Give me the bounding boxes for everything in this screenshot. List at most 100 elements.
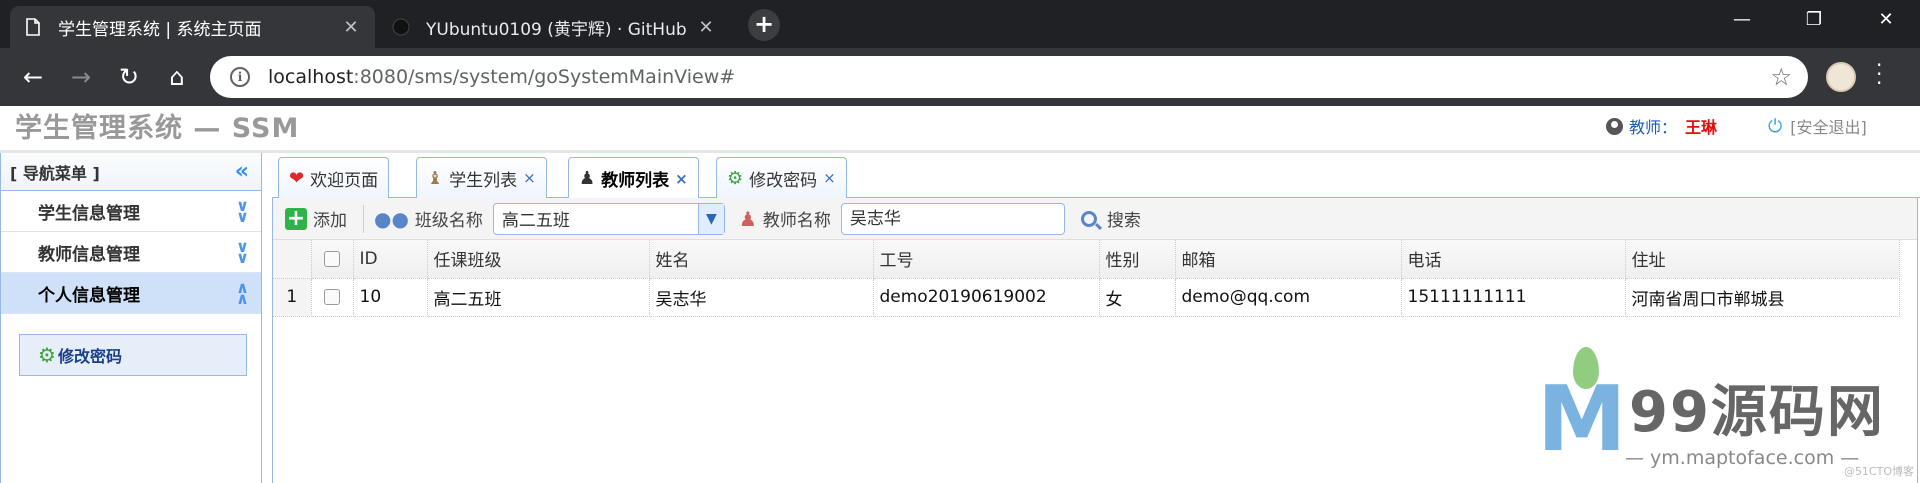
table-header-row: ID 任课班级 姓名 工号 性别 邮箱 电话 住址 (273, 240, 1900, 279)
sidebar-item-personal-info[interactable]: 个人信息管理 ∧ ∧ (1, 273, 261, 314)
chevron-double-up-icon[interactable]: ∧ ∧ (236, 280, 249, 307)
add-label: 添加 (313, 211, 347, 231)
close-tab-icon[interactable]: × (823, 169, 836, 187)
chevron-down-icon[interactable]: ▼ (697, 203, 724, 234)
tab-teacher-list[interactable]: ♟ 教师列表 × (568, 157, 699, 199)
sidebar: [ 导航菜单 ] « 学生信息管理 ∨ ∨ 教师信息管理 ∨ ∨ 个人信息管理 ∧ ∧… (0, 153, 262, 483)
tab-student-list[interactable]: ♝ 学生列表 × (416, 157, 547, 198)
chevron-double-down-icon[interactable]: ∨ ∨ (236, 198, 249, 225)
user-name: 王琳 (1685, 118, 1718, 137)
power-icon: ⏻ (1768, 115, 1783, 137)
column-header-class[interactable]: 任课班级 (427, 240, 650, 279)
close-window-icon[interactable]: ✕ (1850, 0, 1920, 40)
add-button[interactable]: + 添加 (285, 206, 347, 231)
toolbar-divider (363, 204, 364, 233)
minimize-icon[interactable]: — (1706, 0, 1778, 40)
sidebar-panel: ⚙ 修改密码 (1, 314, 261, 376)
row-number-header (273, 240, 312, 279)
plus-icon: + (285, 205, 307, 231)
user-icon (1606, 117, 1623, 135)
row-number: 1 (273, 278, 312, 317)
logout-link[interactable]: ⏻ [安全退出] (1768, 114, 1867, 138)
cell-number: demo20190619002 (873, 278, 1100, 317)
document-icon (26, 18, 40, 36)
class-label: 班级名称 (414, 211, 483, 231)
github-icon (392, 18, 410, 36)
cell-email: demo@qq.com (1175, 278, 1402, 317)
gear-icon: ⚙ (727, 167, 744, 189)
close-tab-icon[interactable]: ✕ (341, 17, 361, 38)
column-header-email[interactable]: 邮箱 (1175, 240, 1402, 279)
heart-icon: ❤ (289, 167, 305, 189)
sidebar-item-label: 教师信息管理 (38, 244, 140, 265)
browser-tab-active[interactable]: 学生管理系统 | 系统主页面 ✕ (10, 6, 375, 48)
tab-label: 教师列表 (601, 171, 670, 191)
sidebar-header: [ 导航菜单 ] « (1, 153, 261, 191)
browser-menu-icon[interactable]: · · · (1876, 55, 1882, 93)
url-path: :8080/sms/system/goSystemMainView# (353, 66, 736, 88)
sidebar-item-teacher-info[interactable]: 教师信息管理 ∨ ∨ (1, 232, 261, 273)
browser-tabstrip: 学生管理系统 | 系统主页面 ✕ YUbuntu0109 (黄宇辉) · Git… (0, 0, 1920, 48)
browser-tab-title: YUbuntu0109 (黄宇辉) · GitHub (426, 19, 687, 40)
toolbar: + 添加 ●● 班级名称 高二五班 ▼ ♟ 教师名称 吴志华 搜索 (273, 198, 1917, 240)
cell-id: 10 (353, 278, 428, 317)
search-label: 搜索 (1106, 211, 1141, 231)
select-all-checkbox-cell (311, 240, 354, 279)
main-content: ❤ 欢迎页面 ♝ 学生列表 × ♟ 教师列表 × ⚙ 修改密码 × + 添加 ●… (272, 153, 1920, 483)
reload-icon[interactable]: ↻ (116, 64, 142, 90)
change-password-label: 修改密码 (57, 347, 122, 366)
search-icon (1080, 210, 1097, 227)
column-header-gender[interactable]: 性别 (1099, 240, 1176, 279)
column-header-id[interactable]: ID (353, 240, 428, 279)
cell-phone: 15111111111 (1401, 278, 1626, 317)
class-select-value: 高二五班 (501, 211, 570, 231)
url-bar[interactable]: i localhost :8080/sms/system/goSystemMai… (210, 56, 1808, 98)
select-all-checkbox[interactable] (324, 250, 340, 267)
browser-tab-title: 学生管理系统 | 系统主页面 (58, 19, 262, 40)
teacher-name-input[interactable]: 吴志华 (840, 202, 1065, 235)
sidebar-title: [ 导航菜单 ] (10, 163, 100, 183)
tab-change-password[interactable]: ⚙ 修改密码 × (716, 157, 847, 198)
column-header-address[interactable]: 住址 (1625, 240, 1900, 279)
student-icon: ♝ (427, 167, 444, 189)
browser-tab-github[interactable]: YUbuntu0109 (黄宇辉) · GitHub ✕ (378, 6, 730, 48)
profile-avatar[interactable] (1826, 62, 1856, 92)
gear-icon: ⚙ (38, 343, 56, 367)
url-host: localhost (268, 66, 354, 88)
group-icon: ●● (374, 206, 409, 231)
cell-address: 河南省周口市郸城县 (1625, 278, 1900, 317)
teacher-icon: ♟ (579, 168, 596, 189)
close-tab-icon[interactable]: × (675, 170, 688, 188)
home-icon[interactable]: ⌂ (164, 64, 190, 90)
cell-name: 吴志华 (649, 278, 874, 317)
teacher-list-panel: + 添加 ●● 班级名称 高二五班 ▼ ♟ 教师名称 吴志华 搜索 ID 任课班… (272, 198, 1918, 483)
column-header-name[interactable]: 姓名 (649, 240, 874, 279)
class-select[interactable]: 高二五班 ▼ (492, 202, 725, 235)
tab-welcome[interactable]: ❤ 欢迎页面 (278, 157, 390, 198)
logout-label[interactable]: [安全退出] (1790, 114, 1867, 138)
column-header-phone[interactable]: 电话 (1401, 240, 1626, 279)
table-row[interactable]: 1 10 高二五班 吴志华 demo20190619002 女 demo@qq.… (273, 278, 1900, 317)
teacher-icon: ♟ (738, 206, 757, 231)
bookmark-star-icon[interactable]: ☆ (1770, 63, 1792, 91)
column-header-number[interactable]: 工号 (873, 240, 1100, 279)
close-tab-icon[interactable]: ✕ (696, 17, 716, 38)
close-tab-icon[interactable]: × (523, 169, 536, 187)
site-info-icon[interactable]: i (230, 67, 250, 87)
tab-label: 欢迎页面 (310, 170, 379, 191)
role-label: 教师： (1629, 118, 1678, 137)
address-toolbar: ← → ↻ ⌂ i localhost :8080/sms/system/goS… (0, 48, 1920, 106)
back-icon[interactable]: ← (20, 64, 46, 90)
corner-watermark: @51CTO博客 (1843, 465, 1914, 478)
tab-label: 修改密码 (749, 170, 818, 191)
chevron-double-down-icon[interactable]: ∨ ∨ (236, 239, 249, 266)
collapse-sidebar-icon[interactable]: « (235, 159, 249, 184)
change-password-button[interactable]: ⚙ 修改密码 (19, 334, 247, 376)
sidebar-item-student-info[interactable]: 学生信息管理 ∨ ∨ (1, 191, 261, 232)
new-tab-button[interactable]: + (748, 9, 780, 41)
search-button[interactable]: 搜索 (1080, 206, 1141, 231)
cell-gender: 女 (1099, 278, 1176, 317)
restore-icon[interactable]: ❐ (1778, 0, 1850, 40)
row-checkbox[interactable] (324, 289, 340, 305)
forward-icon[interactable]: → (68, 64, 94, 90)
